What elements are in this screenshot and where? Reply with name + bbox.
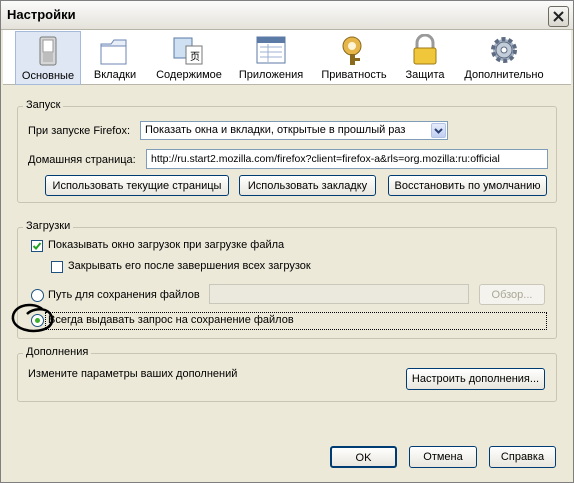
content-icon: 页 [173,37,203,65]
close-button[interactable] [548,6,569,27]
close-downloads-label: Закрывать его после завершения всех загр… [68,260,311,272]
close-icon [553,11,564,22]
tab-security[interactable]: Защита [401,31,449,83]
title-bar[interactable]: Настройки [1,1,573,30]
svg-text:页: 页 [190,51,200,63]
tab-label: Дополнительно [464,69,544,81]
configure-addons-button[interactable]: Настроить дополнения... [406,368,545,390]
use-bookmark-button[interactable]: Использовать закладку [239,175,376,196]
browse-button[interactable]: Обзор... [479,284,545,305]
check-icon [32,242,42,250]
settings-window: Настройки Основные Вкладки 页 Содержимое … [0,0,574,483]
tab-label: Содержимое [156,69,222,81]
downloads-legend: Загрузки [23,220,74,232]
lock-icon [413,34,437,65]
on-start-select[interactable]: Показать окна и вкладки, открытые в прош… [140,121,448,140]
on-start-value: Показать окна и вкладки, открытые в прош… [145,124,406,136]
show-downloads-checkbox[interactable] [31,240,43,252]
gear-icon [491,37,517,63]
homepage-input[interactable]: http://ru.start2.mozilla.com/firefox?cli… [146,149,548,169]
addons-description: Измените параметры ваших дополнений [28,368,238,380]
homepage-label: Домашняя страница: [28,154,136,166]
tab-advanced[interactable]: Дополнительно [459,31,549,83]
on-start-label: При запуске Firefox: [28,125,131,137]
help-button[interactable]: Справка [489,446,556,468]
tab-label: Приватность [321,69,387,81]
tab-label: Вкладки [93,69,137,81]
startup-legend: Запуск [23,99,64,111]
tab-privacy[interactable]: Приватность [317,31,391,83]
tab-applications[interactable]: Приложения [235,31,307,83]
homepage-value: http://ru.start2.mozilla.com/firefox?cli… [151,153,500,165]
always-ask-label: Всегда выдавать запрос на сохранение фай… [48,314,294,326]
save-path-label: Путь для сохранения файлов [48,289,200,301]
close-downloads-checkbox[interactable] [51,261,63,273]
tab-label: Основные [21,70,75,82]
window-title: Настройки [7,7,76,22]
ok-button[interactable]: OK [330,446,397,468]
restore-default-button[interactable]: Восстановить по умолчанию [388,175,547,196]
hand-drawn-circle-annotation [11,303,54,333]
chevron-down-icon[interactable] [431,123,446,138]
tabs-icon [100,39,127,65]
preferences-toolbar: Основные Вкладки 页 Содержимое Приложения… [3,30,571,85]
addons-legend: Дополнения [23,346,92,358]
applications-icon [256,36,286,64]
save-path-input[interactable] [209,284,469,304]
tab-label: Защита [405,69,445,81]
switch-icon [39,36,57,66]
tab-label: Приложения [238,69,304,81]
use-current-pages-button[interactable]: Использовать текущие страницы [45,175,229,196]
cancel-button[interactable]: Отмена [409,446,477,468]
tab-content[interactable]: 页 Содержимое [153,31,225,83]
tab-general[interactable]: Основные [15,31,81,85]
show-downloads-label: Показывать окно загрузок при загрузке фа… [48,239,285,251]
privacy-icon [342,36,362,65]
tab-tabs[interactable]: Вкладки [85,31,145,83]
